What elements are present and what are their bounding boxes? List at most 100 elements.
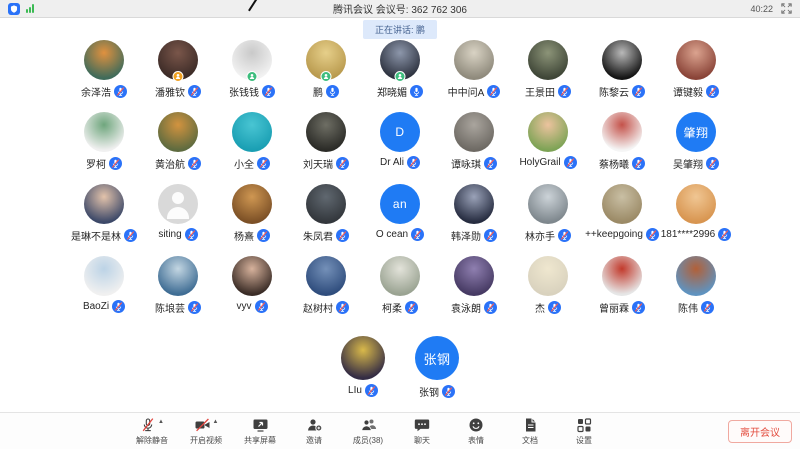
participant-tile[interactable]: 曾丽霖 xyxy=(585,256,659,328)
docs-button[interactable]: 文档 xyxy=(509,417,551,446)
share-screen-icon xyxy=(252,417,269,433)
share-screen-button[interactable]: 共享屏幕 xyxy=(239,417,281,446)
emoji-smiley-icon xyxy=(468,417,484,433)
participant-tile[interactable]: vyv xyxy=(215,256,289,328)
participant-avatar: 张钢 xyxy=(415,336,459,380)
participant-tile[interactable]: 刘天瑞 xyxy=(289,112,363,184)
participant-tile[interactable]: LIu xyxy=(326,336,400,408)
participant-avatar xyxy=(380,256,420,296)
participant-row: 是琳不是林 siting 杨熹朱凤君anO cean韩泽勋林亦手++keepgoin… xyxy=(0,184,800,256)
participant-tile[interactable]: D Dr Ali xyxy=(363,112,437,184)
participant-avatar: D xyxy=(380,112,420,152)
mic-muted-icon xyxy=(701,301,714,314)
participant-tile[interactable]: 杰 xyxy=(511,256,585,328)
participant-name: 杰 xyxy=(535,300,545,315)
start-video-button[interactable]: ▲ 开启视频 xyxy=(185,417,227,446)
participant-name: 陈黎云 xyxy=(599,84,629,99)
participant-name: HolyGrail xyxy=(519,157,560,168)
participant-avatar xyxy=(454,256,494,296)
mic-options-caret-icon[interactable]: ▲ xyxy=(158,419,164,425)
participant-tile[interactable]: 张钱钱 xyxy=(215,40,289,112)
mic-off-icon xyxy=(140,417,156,433)
participant-tile[interactable]: 181****2996 xyxy=(659,184,733,256)
participant-tile[interactable]: 韩泽勋 xyxy=(437,184,511,256)
participant-tile[interactable]: 肇翔吴肇翔 xyxy=(659,112,733,184)
mic-muted-icon xyxy=(484,229,497,242)
participant-tile[interactable]: 陈埌芸 xyxy=(141,256,215,328)
participant-avatar xyxy=(232,112,272,152)
video-options-caret-icon[interactable]: ▲ xyxy=(213,419,219,425)
participant-tile[interactable]: 余泽浩 xyxy=(67,40,141,112)
document-icon xyxy=(523,417,538,433)
participant-tile[interactable]: 蔡杨曦 xyxy=(585,112,659,184)
participant-tile[interactable]: 赵树村 xyxy=(289,256,363,328)
participant-name: 181****2996 xyxy=(661,229,716,240)
participant-avatar xyxy=(528,256,568,296)
participant-avatar xyxy=(84,256,124,296)
participant-tile[interactable]: 郑晓媚 xyxy=(363,40,437,112)
emoji-button[interactable]: 表情 xyxy=(455,417,497,446)
mic-muted-icon xyxy=(411,228,424,241)
participant-tile[interactable]: 谭咏琪 xyxy=(437,112,511,184)
participant-tile[interactable]: 是琳不是林 xyxy=(67,184,141,256)
chat-bubble-icon xyxy=(414,417,430,433)
participant-name: 小全 xyxy=(234,156,254,171)
participant-avatar xyxy=(528,184,568,224)
participant-tile[interactable]: BaoZi xyxy=(67,256,141,328)
participant-name: siting xyxy=(158,229,181,240)
participant-avatar xyxy=(84,40,124,80)
participant-tile[interactable]: 杨熹 xyxy=(215,184,289,256)
mic-muted-icon xyxy=(188,85,201,98)
participant-tile[interactable]: 陈黎云 xyxy=(585,40,659,112)
participant-tile[interactable]: 朱凤君 xyxy=(289,184,363,256)
participant-row: 罗柯黄治航小全 刘天瑞 D Dr Ali 谭咏琪 HolyGrail 蔡杨曦肇翔吴肇翔 xyxy=(0,112,800,184)
participant-name: 鹏 xyxy=(313,84,323,99)
participant-tile[interactable]: 潘雅钦 xyxy=(141,40,215,112)
participant-name: Dr Ali xyxy=(380,157,404,168)
participant-tile[interactable]: 王景田 xyxy=(511,40,585,112)
mic-muted-icon xyxy=(548,301,561,314)
participant-tile[interactable]: 袁泳朗 xyxy=(437,256,511,328)
participant-tile[interactable]: 鹏 xyxy=(289,40,363,112)
invite-button[interactable]: 邀请 xyxy=(293,417,335,446)
participant-tile[interactable]: anO cean xyxy=(363,184,437,256)
participant-tile[interactable]: 张钢张钢 xyxy=(400,336,474,408)
leave-meeting-button[interactable]: 离开会议 xyxy=(728,420,792,443)
participant-avatar xyxy=(84,184,124,224)
participant-tile[interactable]: 陈伟 xyxy=(659,256,733,328)
mic-muted-icon xyxy=(262,85,275,98)
participant-tile[interactable]: siting xyxy=(141,184,215,256)
unmute-button[interactable]: ▲ 解除静音 xyxy=(131,417,173,446)
meeting-title: 腾讯会议 会议号: 362 762 306 xyxy=(0,1,800,16)
participant-tile[interactable]: 中中问A xyxy=(437,40,511,112)
participant-tile[interactable]: ++keepgoing xyxy=(585,184,659,256)
participant-avatar xyxy=(602,112,642,152)
participant-tile[interactable]: 柯柔 xyxy=(363,256,437,328)
participant-avatar xyxy=(158,256,198,296)
participants-grid: 余泽浩潘雅钦张钱钱鹏 郑晓媚中中问A王景田陈黎云 谭键毅罗柯黄治航小全 刘天瑞 D Dr … xyxy=(0,40,800,408)
chat-button[interactable]: 聊天 xyxy=(401,417,443,446)
fullscreen-icon[interactable] xyxy=(781,3,792,14)
hand-raised-green-icon xyxy=(395,71,406,82)
hand-raised-green-icon xyxy=(247,71,258,82)
participant-tile[interactable]: 罗柯 xyxy=(67,112,141,184)
mic-muted-icon xyxy=(646,228,659,241)
mic-muted-icon xyxy=(558,229,571,242)
participant-tile[interactable]: 谭键毅 xyxy=(659,40,733,112)
members-button[interactable]: 成员(38) xyxy=(347,417,389,446)
participant-tile[interactable]: HolyGrail xyxy=(511,112,585,184)
title-bar: 腾讯会议 会议号: 362 762 306 40:22 xyxy=(0,0,800,18)
mic-muted-icon xyxy=(487,85,500,98)
participant-avatar xyxy=(232,256,272,296)
participant-name: 刘天瑞 xyxy=(303,156,333,171)
participant-tile[interactable]: 林亦手 xyxy=(511,184,585,256)
participant-tile[interactable]: 小全 xyxy=(215,112,289,184)
mic-muted-icon xyxy=(124,229,137,242)
participant-avatar xyxy=(602,256,642,296)
mic-muted-icon xyxy=(484,301,497,314)
mic-muted-icon xyxy=(257,229,270,242)
participant-tile[interactable]: 黄治航 xyxy=(141,112,215,184)
participant-avatar xyxy=(676,40,716,80)
mic-muted-icon xyxy=(114,85,127,98)
settings-button[interactable]: 设置 xyxy=(563,417,605,446)
